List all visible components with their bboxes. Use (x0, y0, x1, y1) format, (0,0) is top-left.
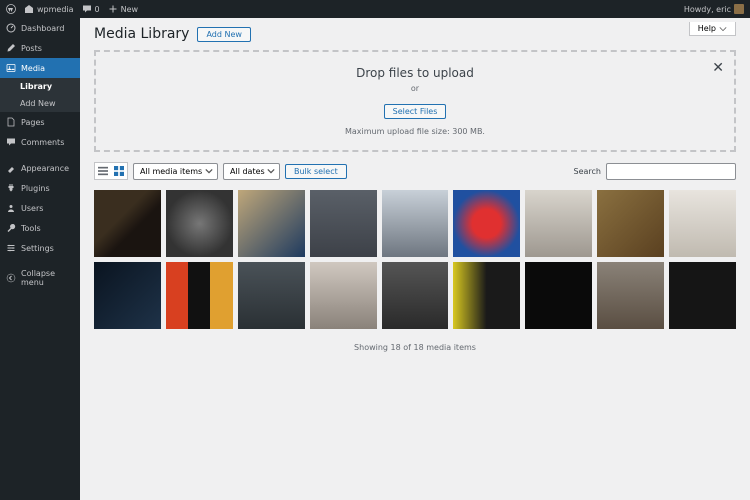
site-link[interactable]: wpmedia (24, 4, 74, 14)
media-item[interactable] (166, 262, 233, 329)
menu-comments[interactable]: Comments (0, 132, 80, 152)
grid-icon (114, 166, 124, 176)
media-item[interactable] (238, 190, 305, 257)
menu-media[interactable]: Media (0, 58, 80, 78)
menu-dashboard[interactable]: Dashboard (0, 18, 80, 38)
chevron-down-icon (719, 25, 727, 33)
media-type-filter[interactable]: All media items (133, 163, 218, 180)
comments-count: 0 (95, 5, 100, 14)
comments-link[interactable]: 0 (82, 4, 100, 14)
site-name: wpmedia (37, 5, 74, 14)
new-label: New (121, 5, 138, 14)
content-area: Help Media Library Add New ✕ Drop files … (80, 18, 750, 500)
media-item[interactable] (525, 262, 592, 329)
media-item[interactable] (453, 190, 520, 257)
avatar (734, 4, 744, 14)
media-item[interactable] (166, 190, 233, 257)
media-item[interactable] (597, 190, 664, 257)
account-link[interactable]: Howdy, eric (684, 4, 744, 14)
view-grid-button[interactable] (111, 163, 127, 179)
media-item[interactable] (669, 262, 736, 329)
bulk-select-button[interactable]: Bulk select (285, 164, 347, 179)
media-item[interactable] (238, 262, 305, 329)
page-title: Media Library (94, 26, 189, 42)
media-item[interactable] (525, 190, 592, 257)
close-icon[interactable]: ✕ (712, 60, 724, 76)
menu-pages[interactable]: Pages (0, 112, 80, 132)
menu-posts[interactable]: Posts (0, 38, 80, 58)
menu-appearance[interactable]: Appearance (0, 158, 80, 178)
media-item[interactable] (310, 190, 377, 257)
admin-sidebar: Dashboard Posts Media Library Add New Pa… (0, 18, 80, 500)
submenu-addnew[interactable]: Add New (0, 95, 80, 112)
media-item[interactable] (94, 190, 161, 257)
media-submenu: Library Add New (0, 78, 80, 112)
add-new-button[interactable]: Add New (197, 27, 250, 42)
media-item[interactable] (382, 190, 449, 257)
media-item[interactable] (453, 262, 520, 329)
media-item[interactable] (94, 262, 161, 329)
media-toolbar: All media items All dates Bulk select Se… (94, 162, 736, 180)
uploader-title: Drop files to upload (96, 66, 734, 80)
search-label: Search (574, 167, 601, 176)
media-item[interactable] (310, 262, 377, 329)
new-content[interactable]: New (108, 4, 138, 14)
submenu-library[interactable]: Library (0, 78, 80, 95)
menu-tools[interactable]: Tools (0, 218, 80, 238)
collapse-menu[interactable]: Collapse menu (0, 264, 80, 292)
media-item[interactable] (669, 190, 736, 257)
menu-settings[interactable]: Settings (0, 238, 80, 258)
menu-users[interactable]: Users (0, 198, 80, 218)
uploader-dropzone[interactable]: ✕ Drop files to upload or Select Files M… (94, 50, 736, 152)
uploader-or: or (96, 84, 734, 93)
media-grid (94, 190, 736, 329)
media-item[interactable] (382, 262, 449, 329)
view-switch (94, 162, 128, 180)
date-filter[interactable]: All dates (223, 163, 280, 180)
help-tab[interactable]: Help (689, 22, 736, 36)
uploader-hint: Maximum upload file size: 300 MB. (96, 127, 734, 136)
list-icon (98, 166, 108, 176)
view-list-button[interactable] (95, 163, 111, 179)
admin-toolbar: wpmedia 0 New Howdy, eric (0, 0, 750, 18)
select-files-button[interactable]: Select Files (384, 104, 447, 119)
media-count: Showing 18 of 18 media items (94, 343, 736, 352)
media-item[interactable] (597, 262, 664, 329)
howdy-text: Howdy, eric (684, 5, 731, 14)
menu-plugins[interactable]: Plugins (0, 178, 80, 198)
search-input[interactable] (606, 163, 736, 180)
wp-logo[interactable] (6, 4, 16, 14)
